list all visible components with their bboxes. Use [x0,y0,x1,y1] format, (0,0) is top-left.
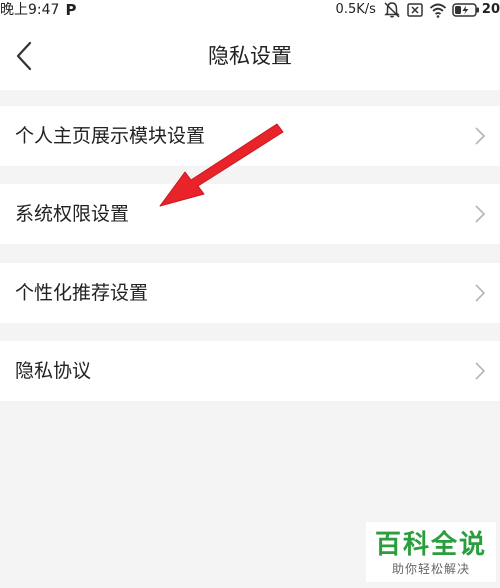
watermark-subtitle: 助你轻松解决 [391,562,470,576]
app-indicator-icon: P [65,1,77,19]
sim-none-icon [407,3,423,17]
battery-indicator: 20 [452,0,500,20]
app-header: 隐私设置 [0,20,500,90]
chevron-left-icon [16,41,32,71]
menu-item-privacy-agreement[interactable]: 隐私协议 [0,341,500,401]
status-time: 晚上9:47 [0,2,60,18]
battery-charging-icon [452,3,479,17]
watermark-logo: 百科全说 助你轻松解决 [366,522,496,582]
page-title: 隐私设置 [208,44,292,68]
wifi-icon [429,3,447,18]
chevron-right-icon [475,205,486,223]
status-bar: 晚上9:47 P 0.5K/s 20 [0,0,500,20]
battery-percent: 20 [481,2,500,17]
menu-item-personalized-recommendations[interactable]: 个性化推荐设置 [0,263,500,323]
menu-item-label: 系统权限设置 [15,203,130,225]
menu-item-label: 个性化推荐设置 [15,282,149,304]
chevron-right-icon [475,127,486,145]
network-speed: 0.5K/s [335,2,376,17]
watermark-title: 百科全说 [374,530,487,560]
back-button[interactable] [8,38,40,74]
menu-item-label: 隐私协议 [15,360,92,382]
menu-item-system-permissions[interactable]: 系统权限设置 [0,184,500,244]
menu-item-label: 个人主页展示模块设置 [15,125,206,147]
menu-item-profile-modules[interactable]: 个人主页展示模块设置 [0,106,500,166]
bell-muted-icon [384,2,400,18]
chevron-right-icon [475,284,486,302]
chevron-right-icon [475,362,486,380]
